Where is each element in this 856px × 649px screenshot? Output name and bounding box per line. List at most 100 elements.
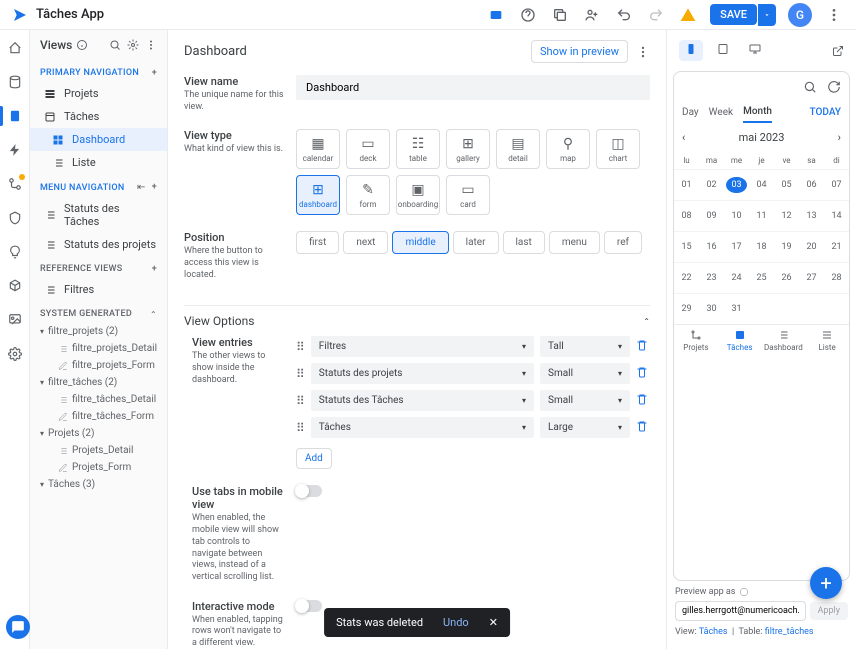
delete-icon[interactable] [636, 420, 650, 435]
rail-theme[interactable] [5, 310, 25, 330]
add-icon[interactable]: + [152, 264, 157, 274]
cal-cell[interactable]: 13 [799, 200, 824, 231]
bottomnav-liste[interactable]: Liste [805, 329, 849, 352]
cal-cell[interactable]: 15 [674, 231, 699, 262]
tree-group[interactable]: ▾filtre_tâches (2) [30, 374, 167, 391]
entry-view-select[interactable]: Tâches▾ [311, 417, 534, 438]
redo-icon[interactable] [646, 5, 666, 25]
collapse-icon[interactable]: ⇤ [137, 182, 146, 193]
rail-manage[interactable] [5, 276, 25, 296]
device-tab-desktop[interactable] [743, 40, 767, 61]
cal-prev-icon[interactable]: ‹ [682, 131, 685, 144]
rail-automation[interactable] [5, 174, 25, 194]
rail-views[interactable] [5, 106, 25, 126]
type-card-chart[interactable]: ◫chart [596, 129, 640, 169]
sidebar-item-statuts-des-tâches[interactable]: Statuts des Tâches [30, 197, 167, 233]
today-button[interactable]: TODAY [810, 107, 841, 118]
position-next[interactable]: next [343, 231, 388, 254]
cal-cell[interactable]: 03 [724, 169, 749, 200]
tree-leaf[interactable]: Projets_Form [30, 459, 167, 476]
rail-intelligence[interactable] [5, 242, 25, 262]
more-vert-icon[interactable] [145, 39, 157, 51]
drag-handle-icon[interactable]: ⠿ [296, 421, 305, 435]
rail-settings[interactable] [5, 344, 25, 364]
cal-tab-day[interactable]: Day [682, 103, 699, 122]
share-icon[interactable] [582, 5, 602, 25]
tree-group[interactable]: ▾Tâches (3) [30, 476, 167, 493]
search-icon[interactable] [109, 39, 121, 51]
cal-cell[interactable]: 07 [824, 169, 849, 200]
warning-icon[interactable] [678, 5, 698, 25]
delete-icon[interactable] [636, 393, 650, 408]
bottomnav-projets[interactable]: Projets [674, 329, 718, 352]
tree-leaf[interactable]: filtre_projets_Detail [30, 340, 167, 357]
sidebar-item-projets[interactable]: Projets [30, 82, 167, 105]
tree-leaf[interactable]: filtre_projets_Form [30, 357, 167, 374]
menu-icon[interactable] [682, 80, 696, 94]
rail-home[interactable] [5, 38, 25, 58]
bottomnav-tâches[interactable]: Tâches [718, 329, 762, 352]
tree-leaf[interactable]: filtre_tâches_Form [30, 408, 167, 425]
cal-cell[interactable]: 06 [799, 169, 824, 200]
cal-cell[interactable]: 01 [674, 169, 699, 200]
device-tab-tablet[interactable] [711, 40, 735, 61]
position-later[interactable]: later [453, 231, 499, 254]
chevron-up-icon[interactable]: ⌃ [150, 310, 157, 319]
entry-view-select[interactable]: Statuts des Tâches▾ [311, 390, 534, 411]
more-icon[interactable] [824, 5, 844, 25]
cal-cell[interactable]: 14 [824, 200, 849, 231]
type-card-deck[interactable]: ▭deck [346, 129, 390, 169]
tree-group[interactable]: ▾filtre_projets (2) [30, 323, 167, 340]
entry-view-select[interactable]: Statuts des projets▾ [311, 363, 534, 384]
cal-cell[interactable]: 09 [699, 200, 724, 231]
type-card-table[interactable]: ☷table [396, 129, 440, 169]
cal-cell[interactable]: 21 [824, 231, 849, 262]
entry-size-select[interactable]: Small▾ [540, 390, 630, 411]
type-card-onboarding[interactable]: ▣onboarding [396, 175, 440, 215]
sidebar-item-tâches[interactable]: Tâches [30, 105, 167, 128]
type-card-calendar[interactable]: ▦calendar [296, 129, 340, 169]
show-in-preview-button[interactable]: Show in preview [531, 40, 628, 63]
cal-cell[interactable]: 10 [724, 200, 749, 231]
type-card-dashboard[interactable]: ⊞dashboard [296, 175, 340, 215]
sidebar-item-statuts-des-projets[interactable]: Statuts des projets [30, 233, 167, 256]
cal-cell[interactable]: 05 [774, 169, 799, 200]
cal-cell[interactable]: 08 [674, 200, 699, 231]
cal-cell[interactable] [824, 293, 849, 324]
cal-cell[interactable]: 28 [824, 262, 849, 293]
cal-cell[interactable]: 22 [674, 262, 699, 293]
drag-handle-icon[interactable]: ⠿ [296, 394, 305, 408]
device-tab-mobile[interactable] [679, 40, 703, 61]
drag-handle-icon[interactable]: ⠿ [296, 367, 305, 381]
add-icon[interactable]: + [152, 182, 157, 193]
type-card-gallery[interactable]: ⊞gallery [446, 129, 490, 169]
position-first[interactable]: first [296, 231, 339, 254]
toast-undo-button[interactable]: Undo [443, 616, 469, 629]
drag-handle-icon[interactable]: ⠿ [296, 340, 305, 354]
cal-cell[interactable]: 29 [674, 293, 699, 324]
type-card-map[interactable]: ⚲map [546, 129, 590, 169]
cal-cell[interactable]: 18 [749, 231, 774, 262]
cal-cell[interactable]: 11 [749, 200, 774, 231]
entry-size-select[interactable]: Tall▾ [540, 336, 630, 357]
cal-tab-week[interactable]: Week [709, 103, 733, 122]
type-card-detail[interactable]: ▤detail [496, 129, 540, 169]
sidebar-item-dashboard[interactable]: Dashboard [30, 128, 167, 151]
fab-add[interactable]: + [810, 567, 842, 581]
sidebar-item-filtres[interactable]: Filtres [30, 278, 167, 301]
view-name-input[interactable] [296, 75, 650, 100]
cal-cell[interactable] [749, 293, 774, 324]
open-external-icon[interactable] [832, 45, 844, 57]
cal-cell[interactable]: 25 [749, 262, 774, 293]
cal-cell[interactable] [799, 293, 824, 324]
entry-view-select[interactable]: Filtres▾ [311, 336, 534, 357]
copy-icon[interactable] [550, 5, 570, 25]
more-vert-icon[interactable] [636, 45, 650, 59]
cal-next-icon[interactable]: › [838, 131, 841, 144]
toast-close-icon[interactable]: ✕ [489, 616, 498, 629]
cal-tab-month[interactable]: Month [743, 102, 772, 123]
add-entry-button[interactable]: Add [296, 448, 332, 469]
cal-cell[interactable]: 16 [699, 231, 724, 262]
interactive-toggle[interactable] [296, 600, 322, 612]
position-menu[interactable]: menu [549, 231, 600, 254]
